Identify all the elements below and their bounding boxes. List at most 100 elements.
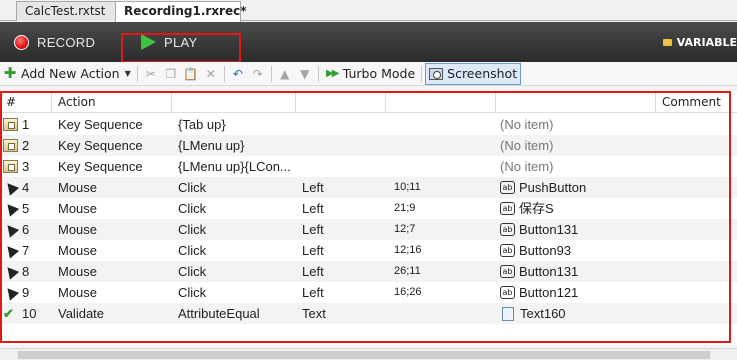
param2-cell[interactable]: [302, 114, 392, 135]
repository-item-cell[interactable]: ab Button131: [500, 219, 655, 240]
delete-button[interactable]: ✕: [201, 63, 221, 85]
screenshot-button[interactable]: Screenshot: [425, 62, 522, 85]
param2-cell[interactable]: Left: [302, 219, 392, 240]
param3-cell[interactable]: 10;11: [394, 177, 494, 198]
param2-cell[interactable]: Left: [302, 282, 392, 303]
param1-cell[interactable]: Click: [178, 177, 298, 198]
record-label: RECORD: [37, 34, 96, 50]
action-cell[interactable]: Key Sequence: [58, 156, 170, 177]
column-header-action[interactable]: Action: [52, 91, 172, 113]
action-cell[interactable]: Mouse: [58, 198, 170, 219]
table-row[interactable]: 8 Mouse Click Left 26;11 ab Button131: [0, 261, 737, 282]
param1-cell[interactable]: Click: [178, 282, 298, 303]
param3-cell[interactable]: [394, 114, 494, 135]
tab-recording1[interactable]: Recording1.rxrec*: [115, 1, 247, 22]
comment-cell[interactable]: [660, 303, 730, 324]
comment-cell[interactable]: [660, 240, 730, 261]
comment-cell[interactable]: [660, 219, 730, 240]
param3-cell[interactable]: 12;7: [394, 219, 494, 240]
repository-item-cell[interactable]: (No item): [500, 156, 655, 177]
redo-button[interactable]: ↷: [248, 63, 268, 85]
copy-button[interactable]: ❐: [161, 63, 181, 85]
param3-cell[interactable]: [394, 156, 494, 177]
record-button[interactable]: RECORD: [14, 33, 95, 51]
table-row[interactable]: 7 Mouse Click Left 12;16 ab Button93: [0, 240, 737, 261]
comment-cell[interactable]: [660, 135, 730, 156]
action-cell[interactable]: Mouse: [58, 177, 170, 198]
move-down-button[interactable]: ▼: [295, 63, 315, 85]
repository-item-cell[interactable]: (No item): [500, 135, 655, 156]
param3-cell[interactable]: 12;16: [394, 240, 494, 261]
param2-cell[interactable]: [302, 156, 392, 177]
action-cell[interactable]: Key Sequence: [58, 135, 170, 156]
column-header-comment[interactable]: Comment: [656, 91, 737, 113]
param3-cell[interactable]: 21;9: [394, 198, 494, 219]
comment-cell[interactable]: [660, 177, 730, 198]
repository-item-cell[interactable]: Text160: [500, 303, 655, 324]
column-header-item[interactable]: [496, 91, 656, 113]
param3-cell[interactable]: [394, 135, 494, 156]
param3-cell[interactable]: 16;26: [394, 282, 494, 303]
repository-item-cell[interactable]: (No item): [500, 114, 655, 135]
table-row[interactable]: ✔ 10 Validate AttributeEqual Text Text16…: [0, 303, 737, 324]
horizontal-scrollbar[interactable]: [0, 348, 737, 360]
column-header-param2[interactable]: [296, 91, 386, 113]
param1-cell[interactable]: AttributeEqual: [178, 303, 298, 324]
cut-button[interactable]: ✂: [141, 63, 161, 85]
action-cell[interactable]: Mouse: [58, 261, 170, 282]
row-number-cell: 7: [3, 240, 53, 261]
param2-cell[interactable]: Left: [302, 198, 392, 219]
camera-icon: [429, 67, 444, 80]
table-row[interactable]: 5 Mouse Click Left 21;9 ab 保存S: [0, 198, 737, 219]
scrollbar-thumb[interactable]: [18, 351, 710, 359]
repository-item-label: PushButton: [519, 180, 587, 195]
column-header-number[interactable]: #: [0, 91, 52, 113]
add-new-action-button[interactable]: ✚ Add New Action ▼: [0, 63, 134, 85]
action-cell[interactable]: Mouse: [58, 219, 170, 240]
param1-cell[interactable]: Click: [178, 261, 298, 282]
action-cell[interactable]: Mouse: [58, 282, 170, 303]
variables-button[interactable]: VARIABLE: [662, 36, 737, 49]
repository-item-cell[interactable]: ab Button131: [500, 261, 655, 282]
param3-cell[interactable]: [394, 303, 494, 324]
param1-cell[interactable]: Click: [178, 240, 298, 261]
repository-item-cell[interactable]: ab PushButton: [500, 177, 655, 198]
table-row[interactable]: 6 Mouse Click Left 12;7 ab Button131: [0, 219, 737, 240]
param2-cell[interactable]: Left: [302, 240, 392, 261]
turbo-mode-button[interactable]: ▶▶ Turbo Mode: [322, 63, 418, 85]
param2-cell[interactable]: Left: [302, 177, 392, 198]
comment-cell[interactable]: [660, 198, 730, 219]
param2-cell[interactable]: Left: [302, 261, 392, 282]
table-row[interactable]: 9 Mouse Click Left 16;26 ab Button121: [0, 282, 737, 303]
action-cell[interactable]: Mouse: [58, 240, 170, 261]
move-up-button[interactable]: ▲: [275, 63, 295, 85]
table-row[interactable]: 2 Key Sequence {LMenu up} (No item): [0, 135, 737, 156]
key-sequence-icon: [3, 118, 18, 131]
comment-cell[interactable]: [660, 156, 730, 177]
param1-cell[interactable]: {LMenu up}{LCon...: [178, 156, 298, 177]
undo-button[interactable]: ↶: [228, 63, 248, 85]
table-row[interactable]: 4 Mouse Click Left 10;11 ab PushButton: [0, 177, 737, 198]
param1-cell[interactable]: Click: [178, 198, 298, 219]
column-header-param1[interactable]: [172, 91, 296, 113]
param1-cell[interactable]: {Tab up}: [178, 114, 298, 135]
repository-item-cell[interactable]: ab Button93: [500, 240, 655, 261]
repository-item-cell[interactable]: ab Button121: [500, 282, 655, 303]
comment-cell[interactable]: [660, 114, 730, 135]
param2-cell[interactable]: [302, 135, 392, 156]
param1-cell[interactable]: Click: [178, 219, 298, 240]
comment-cell[interactable]: [660, 261, 730, 282]
paste-button[interactable]: 📋: [181, 63, 201, 85]
param2-cell[interactable]: Text: [302, 303, 392, 324]
table-row[interactable]: 1 Key Sequence {Tab up} (No item): [0, 114, 737, 135]
key-sequence-icon: [3, 139, 18, 152]
action-cell[interactable]: Key Sequence: [58, 114, 170, 135]
param3-cell[interactable]: 26;11: [394, 261, 494, 282]
tab-calctest[interactable]: CalcTest.rxtst: [16, 1, 116, 21]
action-cell[interactable]: Validate: [58, 303, 170, 324]
repository-item-cell[interactable]: ab 保存S: [500, 198, 655, 219]
comment-cell[interactable]: [660, 282, 730, 303]
table-row[interactable]: 3 Key Sequence {LMenu up}{LCon... (No it…: [0, 156, 737, 177]
column-header-param3[interactable]: [386, 91, 496, 113]
param1-cell[interactable]: {LMenu up}: [178, 135, 298, 156]
